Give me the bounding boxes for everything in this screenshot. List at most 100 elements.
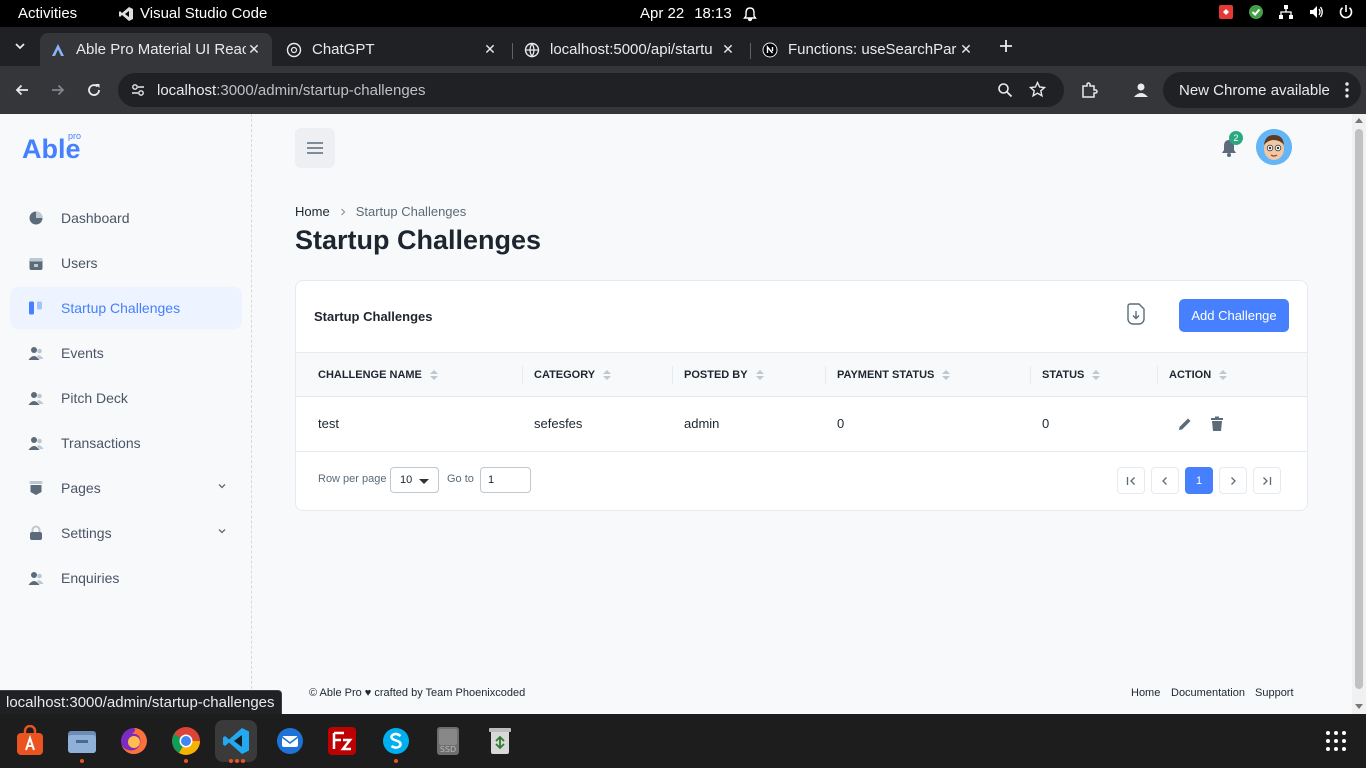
nextjs-favicon (762, 42, 778, 58)
export-csv-icon[interactable] (1124, 302, 1148, 326)
reload-button[interactable] (82, 78, 106, 102)
profile-button[interactable] (1129, 78, 1153, 102)
close-tab-icon[interactable]: ✕ (958, 41, 974, 58)
dock-trash[interactable] (479, 720, 521, 762)
forward-button[interactable] (46, 78, 70, 102)
sidebar-item-startup-challenges[interactable]: Startup Challenges (10, 287, 242, 329)
extensions-button[interactable] (1077, 78, 1101, 102)
last-page-icon (1263, 476, 1272, 485)
sidebar-item-enquiries[interactable]: Enquiries (10, 557, 242, 599)
column-header-status[interactable]: STATUS (1042, 353, 1101, 396)
active-app-menu[interactable]: Visual Studio Code (118, 5, 267, 22)
trash-icon (489, 728, 511, 754)
footer-link-documentation[interactable]: Documentation (1171, 687, 1245, 699)
sidebar-item-pages[interactable]: Pages (10, 467, 242, 509)
menu-icon (307, 142, 323, 154)
tab-api-startups[interactable]: localhost:5000/api/startu ✕ (514, 33, 746, 66)
sidebar-toggle-button[interactable] (295, 128, 335, 168)
next-page-button[interactable] (1219, 467, 1247, 494)
column-header-category[interactable]: CATEGORY (534, 353, 612, 396)
sidebar-item-dashboard[interactable]: Dashboard (10, 197, 242, 239)
dock-chrome[interactable] (165, 720, 207, 762)
dock-firefox[interactable] (113, 720, 155, 762)
column-header-label: CATEGORY (534, 368, 596, 381)
anydesk-tray-icon[interactable] (1218, 4, 1234, 20)
tab-search-button[interactable] (8, 34, 32, 58)
edit-icon[interactable] (1176, 415, 1194, 433)
tab-able-pro[interactable]: Able Pro Material UI Reac ✕ (40, 33, 272, 66)
lock-icon (27, 524, 45, 542)
scroll-up-arrow[interactable] (1355, 118, 1363, 123)
volume-icon[interactable] (1308, 4, 1324, 20)
dock-filezilla[interactable] (321, 720, 363, 762)
avatar[interactable] (1256, 129, 1292, 165)
close-tab-icon[interactable]: ✕ (246, 41, 262, 58)
dock-skype[interactable] (375, 720, 417, 762)
close-tab-icon[interactable]: ✕ (720, 41, 736, 58)
table-row[interactable]: test sefesfes admin 0 0 (296, 397, 1307, 452)
rows-per-page-select[interactable]: 10 (390, 467, 439, 493)
page-title: Startup Challenges (295, 225, 542, 255)
breadcrumb-home[interactable]: Home (295, 204, 330, 219)
network-icon[interactable] (1278, 4, 1294, 20)
system-top-bar: Activities Visual Studio Code Apr 22 18:… (0, 0, 1366, 27)
sidebar-item-events[interactable]: Events (10, 332, 242, 374)
dock-files[interactable] (61, 720, 103, 762)
sidebar-item-settings[interactable]: Settings (10, 512, 242, 554)
scroll-down-arrow[interactable] (1355, 704, 1363, 709)
dock-disk[interactable]: SSD (427, 720, 469, 762)
add-challenge-button[interactable]: Add Challenge (1179, 299, 1289, 332)
update-tray-icon[interactable] (1248, 4, 1264, 20)
tab-chatgpt[interactable]: ChatGPT ✕ (276, 33, 508, 66)
sidebar-item-label: Settings (61, 525, 112, 541)
delete-icon[interactable] (1208, 415, 1226, 433)
running-indicator (80, 759, 84, 763)
sidebar-item-label: Startup Challenges (61, 300, 181, 316)
sidebar-item-pitch-deck[interactable]: Pitch Deck (10, 377, 242, 419)
address-bar[interactable]: localhost:3000/admin/startup-challenges (118, 73, 1064, 107)
scrollbar-thumb[interactable] (1355, 129, 1363, 689)
sidebar-item-transactions[interactable]: Transactions (10, 422, 242, 464)
cell-payment-status: 0 (837, 416, 845, 431)
column-header-label: PAYMENT STATUS (837, 368, 935, 381)
more-menu-icon[interactable] (1345, 82, 1349, 98)
dock-thunderbird[interactable] (269, 720, 311, 762)
close-tab-icon[interactable]: ✕ (482, 41, 498, 58)
dock-show-apps[interactable] (1315, 720, 1357, 762)
address-url: localhost:3000/admin/startup-challenges (157, 82, 426, 99)
arrow-right-icon (52, 84, 65, 96)
site-info-icon[interactable] (130, 82, 146, 98)
column-header-action[interactable]: ACTION (1169, 353, 1228, 396)
activities-button[interactable]: Activities (18, 5, 77, 22)
running-indicator (394, 759, 398, 763)
clock[interactable]: Apr 22 18:13 (640, 5, 758, 22)
last-page-button[interactable] (1253, 467, 1281, 494)
previous-page-button[interactable] (1151, 467, 1179, 494)
dock: SSD (0, 714, 1366, 768)
footer-link-support[interactable]: Support (1255, 687, 1294, 699)
page-button-current[interactable]: 1 (1185, 467, 1213, 494)
clock-time: 18:13 (694, 5, 732, 22)
column-header-payment-status[interactable]: PAYMENT STATUS (837, 353, 951, 396)
goto-label: Go to (447, 473, 474, 485)
bookmark-star-icon[interactable] (1029, 81, 1046, 98)
cell-category: sefesfes (534, 416, 583, 431)
zoom-icon[interactable] (997, 82, 1013, 98)
dock-vscode[interactable] (215, 720, 257, 762)
tab-nextjs-docs[interactable]: Functions: useSearchPar ✕ (752, 33, 984, 66)
first-page-button[interactable] (1117, 467, 1145, 494)
sidebar-item-users[interactable]: Users (10, 242, 242, 284)
sidebar-item-label: Users (61, 255, 98, 271)
dock-app-center[interactable] (9, 720, 51, 762)
page-scrollbar[interactable] (1352, 114, 1366, 714)
vscode-icon (223, 728, 249, 754)
back-button[interactable] (10, 78, 34, 102)
app-logo[interactable]: Able pro (22, 131, 81, 165)
power-icon[interactable] (1338, 4, 1354, 20)
new-tab-button[interactable] (994, 34, 1018, 58)
column-header-posted-by[interactable]: POSTED BY (684, 353, 764, 396)
footer-link-home[interactable]: Home (1131, 687, 1160, 699)
column-header-challenge-name[interactable]: CHALLENGE NAME (318, 353, 438, 396)
goto-page-input[interactable]: 1 (480, 467, 531, 493)
update-chrome-button[interactable]: New Chrome available (1163, 72, 1361, 108)
